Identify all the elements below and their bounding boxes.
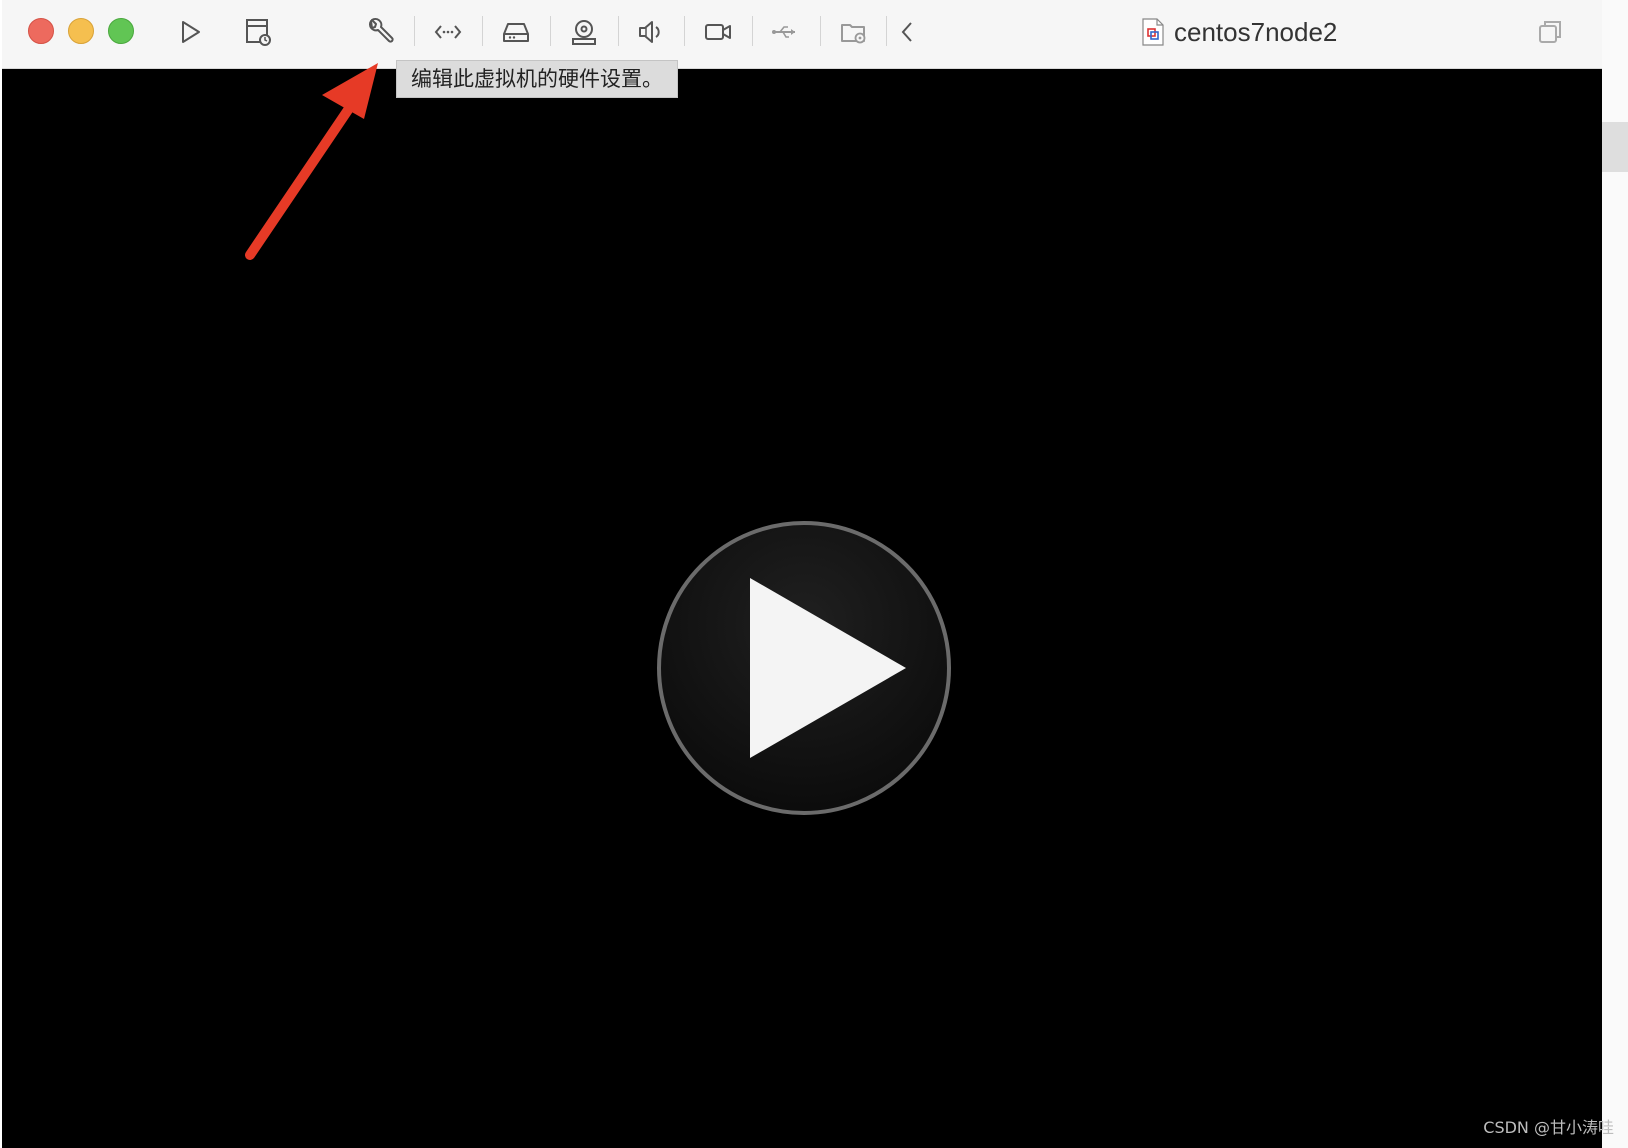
annotation-arrow-icon bbox=[245, 63, 378, 260]
close-button[interactable] bbox=[28, 18, 54, 44]
usb-icon bbox=[772, 26, 795, 38]
background-window-edge bbox=[1602, 0, 1628, 1148]
chevron-left-icon bbox=[901, 22, 912, 42]
vm-document-icon bbox=[1142, 18, 1164, 46]
cd-dvd-button[interactable] bbox=[564, 12, 604, 52]
minimize-button[interactable] bbox=[68, 18, 94, 44]
disk-icon bbox=[503, 23, 529, 42]
network-icon bbox=[434, 25, 462, 39]
maximize-button[interactable] bbox=[108, 18, 134, 44]
vm-window: centos7node2 编辑此虚拟机的硬件设置。 bbox=[2, 0, 1602, 1148]
toolbar-separator bbox=[820, 16, 821, 46]
watermark: CSDN @甘小涛哇 bbox=[1483, 1118, 1614, 1137]
power-on-play-button[interactable] bbox=[654, 518, 954, 818]
background-scroll-thumb bbox=[1602, 122, 1628, 172]
collapse-toolbar-button[interactable] bbox=[888, 12, 928, 52]
sound-button[interactable] bbox=[630, 12, 670, 52]
toolbar-separator bbox=[414, 16, 415, 46]
usb-button[interactable] bbox=[764, 12, 804, 52]
hardware-settings-button[interactable] bbox=[360, 12, 400, 52]
snapshot-icon bbox=[246, 19, 271, 46]
toolbar-separator bbox=[618, 16, 619, 46]
toolbar-separator bbox=[886, 16, 887, 46]
toolbar-separator bbox=[550, 16, 551, 46]
toolbar-separator bbox=[752, 16, 753, 46]
toolbar-separator bbox=[684, 16, 685, 46]
start-vm-button[interactable] bbox=[170, 12, 210, 52]
tooltip: 编辑此虚拟机的硬件设置。 bbox=[396, 60, 678, 98]
snapshot-button[interactable] bbox=[238, 12, 278, 52]
network-button[interactable] bbox=[428, 12, 468, 52]
toolbar-separator bbox=[482, 16, 483, 46]
restore-window-icon[interactable] bbox=[1534, 16, 1566, 48]
video-camera-icon bbox=[705, 24, 731, 40]
camera-button[interactable] bbox=[698, 12, 738, 52]
play-icon bbox=[182, 21, 200, 43]
window-title-text: centos7node2 bbox=[1174, 16, 1338, 47]
camera-disk-icon bbox=[572, 20, 596, 45]
window-title: centos7node2 bbox=[1142, 16, 1337, 48]
speaker-icon bbox=[639, 21, 660, 43]
shared-folders-button[interactable] bbox=[834, 12, 874, 52]
hard-disk-button[interactable] bbox=[496, 12, 536, 52]
wrench-icon bbox=[368, 17, 394, 43]
shared-folder-icon bbox=[841, 24, 866, 44]
